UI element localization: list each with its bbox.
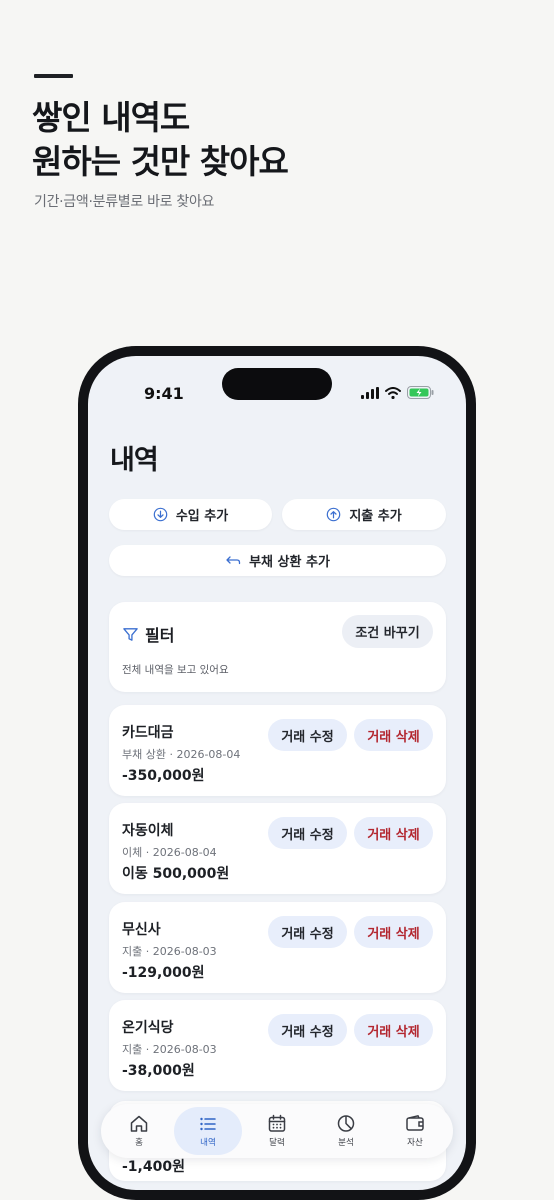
dynamic-island <box>222 368 332 400</box>
transaction-card[interactable]: 카드대금 부채 상환 · 2026-08-04 -350,000원 거래 수정 … <box>109 705 446 796</box>
arrow-down-circle-icon <box>153 507 168 522</box>
add-debt-repayment-label: 부채 상환 추가 <box>249 555 330 570</box>
transaction-name: 무신사 <box>122 922 161 938</box>
wifi-icon <box>385 386 401 399</box>
transaction-meta: 지출 · 2026-08-03 <box>122 945 217 958</box>
add-expense-label: 지출 추가 <box>349 509 402 524</box>
list-icon <box>200 1117 216 1130</box>
phone-screen: 9:41 내역 수입 추가 지출 추가 부채 상환 추가 필터 조건 바꾸기 전… <box>88 356 466 1190</box>
status-icons <box>361 386 434 399</box>
calendar-icon <box>268 1114 286 1132</box>
transaction-card[interactable]: 무신사 지출 · 2026-08-03 -129,000원 거래 수정 거래 삭… <box>109 902 446 993</box>
transaction-amount: -38,000원 <box>122 1063 195 1079</box>
transaction-meta: 지출 · 2026-08-03 <box>122 1043 217 1056</box>
signal-icon <box>361 386 379 399</box>
phone-frame: 9:41 내역 수입 추가 지출 추가 부채 상환 추가 필터 조건 바꾸기 전… <box>78 346 476 1200</box>
promo-accent-bar <box>34 74 73 78</box>
battery-charging-icon <box>407 386 434 399</box>
bottom-tab-bar: 홈 내역 달력 분석 자산 <box>101 1104 453 1158</box>
transaction-name: 온기식당 <box>122 1020 174 1036</box>
transaction-name: 자동이체 <box>122 823 174 839</box>
filter-title: 필터 <box>145 626 175 645</box>
delete-transaction-button[interactable]: 거래 삭제 <box>354 1014 433 1046</box>
filter-card: 필터 조건 바꾸기 전체 내역을 보고 있어요 <box>109 602 446 692</box>
tab-history[interactable]: 내역 <box>174 1107 242 1155</box>
tab-label: 자산 <box>407 1138 423 1148</box>
tab-label: 달력 <box>269 1138 285 1148</box>
status-time: 9:41 <box>144 384 184 403</box>
tab-label: 분석 <box>338 1138 354 1148</box>
delete-transaction-button[interactable]: 거래 삭제 <box>354 817 433 849</box>
transaction-amount: -1,400원 <box>122 1159 185 1175</box>
pie-chart-icon <box>337 1115 355 1132</box>
page-title: 내역 <box>110 445 159 476</box>
delete-transaction-button[interactable]: 거래 삭제 <box>354 916 433 948</box>
filter-icon <box>123 627 138 641</box>
tab-calendar[interactable]: 달력 <box>243 1104 311 1158</box>
transaction-meta: 이체 · 2026-08-04 <box>122 846 217 859</box>
promo-title-line2: 원하는 것만 찾아요 <box>32 142 289 181</box>
add-income-button[interactable]: 수입 추가 <box>109 499 272 530</box>
transaction-card[interactable]: 온기식당 지출 · 2026-08-03 -38,000원 거래 수정 거래 삭… <box>109 1000 446 1091</box>
arrow-up-circle-icon <box>327 507 341 522</box>
transaction-card[interactable]: 자동이체 이체 · 2026-08-04 이동 500,000원 거래 수정 거… <box>109 803 446 894</box>
edit-transaction-button[interactable]: 거래 수정 <box>268 1014 347 1046</box>
tab-label: 내역 <box>200 1137 216 1148</box>
transaction-amount: -129,000원 <box>122 965 205 981</box>
filter-header: 필터 <box>122 622 174 646</box>
change-filter-button[interactable]: 조건 바꾸기 <box>342 615 433 648</box>
filter-description: 전체 내역을 보고 있어요 <box>122 664 229 676</box>
tab-analysis[interactable]: 분석 <box>312 1104 380 1158</box>
transaction-amount: 이동 500,000원 <box>122 866 230 882</box>
home-icon <box>130 1115 148 1132</box>
transaction-name: 카드대금 <box>122 725 174 741</box>
tab-home[interactable]: 홈 <box>105 1104 173 1158</box>
add-expense-button[interactable]: 지출 추가 <box>282 499 446 530</box>
edit-transaction-button[interactable]: 거래 수정 <box>268 719 347 751</box>
promo-title-line1: 쌓인 내역도 <box>32 98 190 137</box>
add-income-label: 수입 추가 <box>175 509 229 524</box>
tab-assets[interactable]: 자산 <box>381 1104 449 1158</box>
add-debt-repayment-button[interactable]: 부채 상환 추가 <box>109 545 446 576</box>
transaction-meta: 부채 상환 · 2026-08-04 <box>122 748 241 761</box>
edit-transaction-button[interactable]: 거래 수정 <box>268 916 347 948</box>
promo-subtitle: 기간·금액·분류별로 바로 찾아요 <box>34 194 215 210</box>
wallet-icon <box>406 1115 424 1131</box>
promo-title: 쌓인 내역도 원하는 것만 찾아요 <box>32 96 289 184</box>
edit-transaction-button[interactable]: 거래 수정 <box>268 817 347 849</box>
delete-transaction-button[interactable]: 거래 삭제 <box>354 719 433 751</box>
return-arrow-icon <box>226 555 241 564</box>
tab-label: 홈 <box>135 1138 143 1148</box>
transaction-amount: -350,000원 <box>122 768 205 784</box>
